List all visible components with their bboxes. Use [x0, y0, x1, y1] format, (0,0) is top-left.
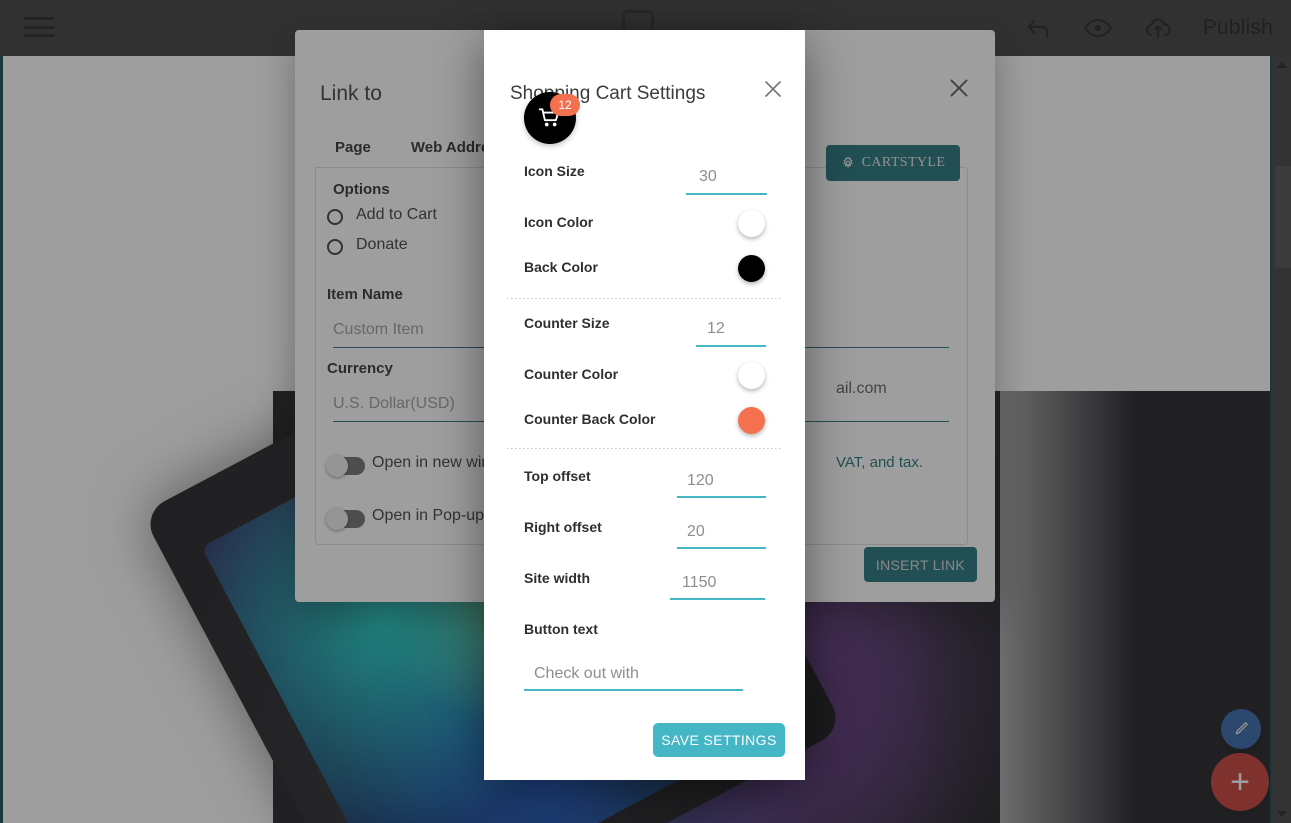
- save-settings-button[interactable]: SAVE SETTINGS: [653, 723, 785, 757]
- label-site-width: Site width: [524, 570, 591, 586]
- save-settings-label: SAVE SETTINGS: [661, 732, 777, 748]
- section-divider: [507, 448, 782, 449]
- swatch-back-color[interactable]: [738, 255, 765, 282]
- input-top-offset[interactable]: 120: [687, 472, 714, 490]
- underline-right-offset: [677, 547, 766, 549]
- cart-settings-close-icon[interactable]: [761, 77, 785, 101]
- input-site-width[interactable]: 1150: [682, 574, 716, 592]
- input-button-text[interactable]: Check out with: [534, 665, 639, 683]
- label-counter-back-color: Counter Back Color: [524, 411, 656, 427]
- shopping-cart-settings-modal: Shopping Cart Settings: [484, 30, 805, 780]
- cart-counter-badge: 12: [550, 94, 580, 116]
- underline-counter-size: [696, 345, 766, 347]
- label-icon-size: Icon Size: [524, 163, 585, 179]
- label-counter-color: Counter Color: [524, 366, 619, 382]
- label-icon-color: Icon Color: [524, 214, 594, 230]
- input-counter-size[interactable]: 12: [707, 320, 725, 338]
- swatch-icon-color[interactable]: [738, 210, 765, 237]
- underline-top-offset: [677, 496, 766, 498]
- underline-icon-size: [686, 193, 767, 195]
- underline-button-text: [524, 689, 743, 691]
- editor-root: Publish + Link to Page Web Address Cart …: [0, 0, 1291, 823]
- input-icon-size[interactable]: 30: [699, 168, 717, 186]
- label-right-offset: Right offset: [524, 519, 602, 535]
- section-divider: [507, 298, 782, 299]
- label-button-text: Button text: [524, 621, 598, 637]
- swatch-counter-color[interactable]: [738, 362, 765, 389]
- label-top-offset: Top offset: [524, 468, 591, 484]
- underline-site-width: [670, 598, 765, 600]
- input-right-offset[interactable]: 20: [687, 523, 705, 541]
- swatch-counter-back-color[interactable]: [738, 407, 765, 434]
- label-counter-size: Counter Size: [524, 315, 610, 331]
- label-back-color: Back Color: [524, 259, 598, 275]
